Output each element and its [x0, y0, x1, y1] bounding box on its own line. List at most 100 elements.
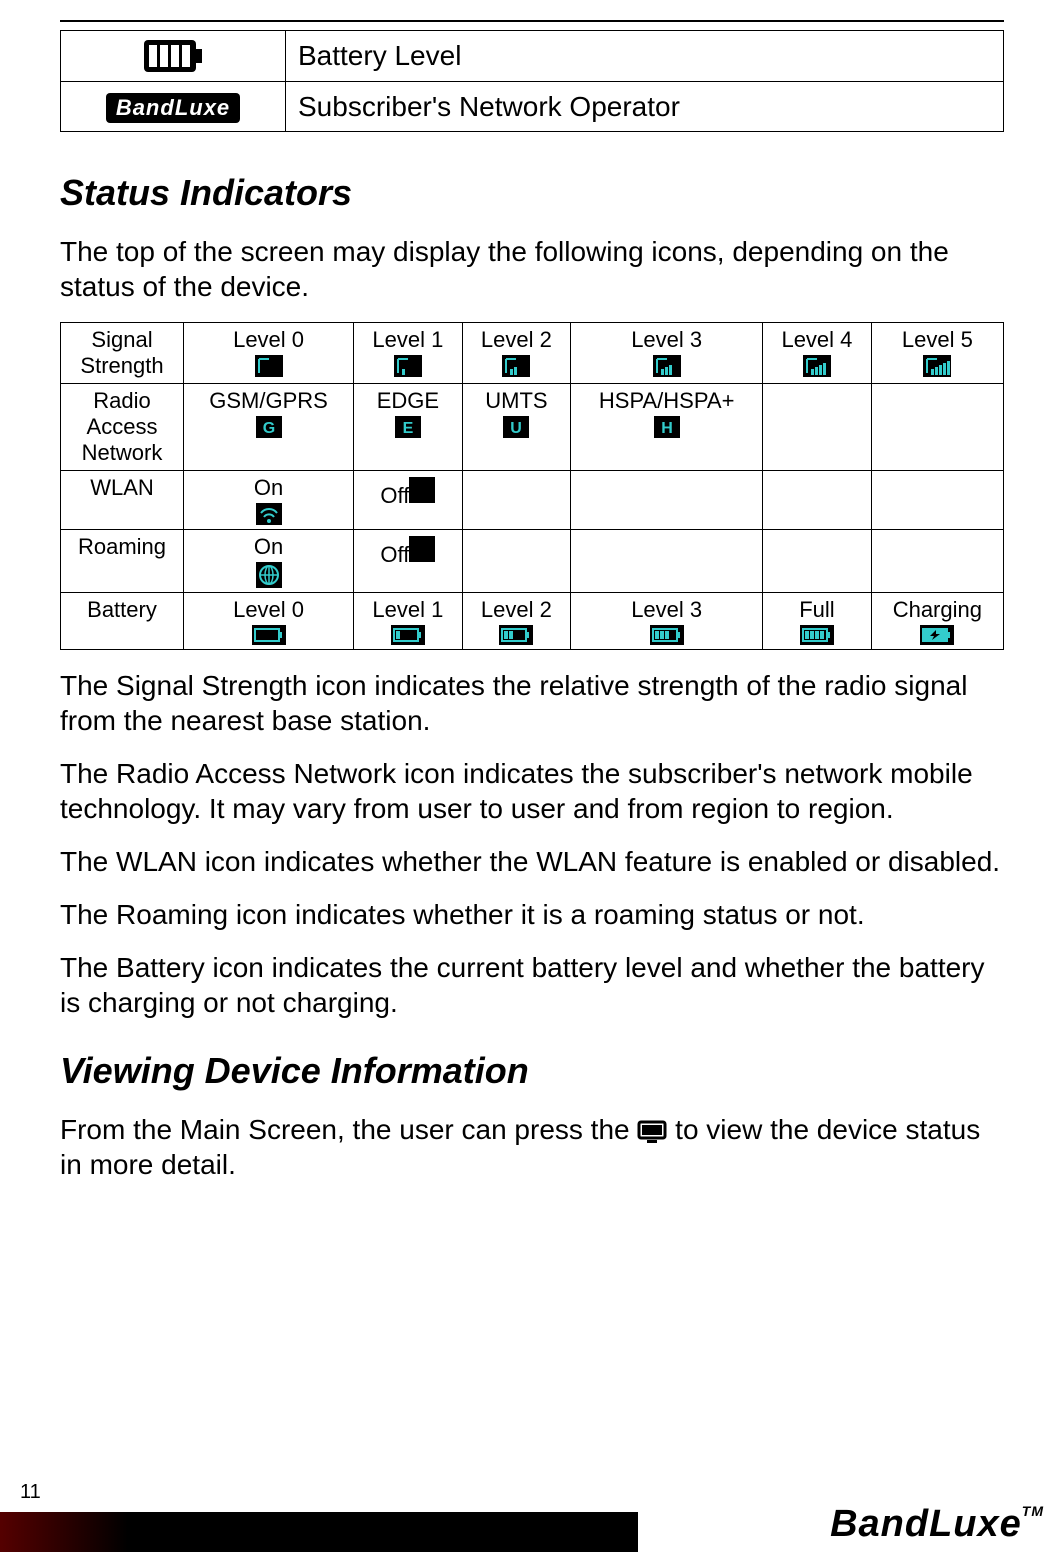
battery-full-icon — [73, 39, 273, 73]
cell-empty — [462, 471, 571, 530]
wlan-on-icon — [256, 503, 282, 525]
cell-roaming-off: Off — [354, 530, 463, 593]
cell-ran-edge: EDGE E — [354, 384, 463, 471]
cell-label: On — [254, 475, 283, 500]
cell-label: Level 3 — [631, 327, 702, 352]
cell-label: Full — [799, 597, 834, 622]
wlan-off-icon — [409, 477, 435, 503]
cell-battery-2: Level 2 — [462, 593, 571, 650]
paragraph-battery: The Battery icon indicates the current b… — [60, 950, 1004, 1020]
cell-battery-charging: Charging — [871, 593, 1003, 650]
table-row: Radio Access Network GSM/GPRSG EDGEE UMT… — [61, 384, 1004, 471]
battery-charging-icon — [920, 625, 954, 645]
cell-wlan-off: Off — [354, 471, 463, 530]
page-footer: 11 BandLuxeTM — [0, 1482, 1064, 1552]
battery-0-icon — [252, 625, 286, 645]
text-before-icon: From the Main Screen, the user can press… — [60, 1114, 637, 1145]
section-viewing-device-info-title: Viewing Device Information — [60, 1050, 1004, 1092]
cell-label: Off — [380, 483, 409, 508]
edge-icon: E — [395, 416, 421, 438]
status-indicators-intro: The top of the screen may display the fo… — [60, 234, 1004, 304]
signal-3-icon — [653, 355, 681, 377]
cell-label: On — [254, 534, 283, 559]
cell-battery-full: Full — [763, 593, 872, 650]
top-icon-table: Battery Level BandLuxe Subscriber's Netw… — [60, 30, 1004, 132]
bandluxe-badge-icon: BandLuxe — [106, 93, 240, 123]
row-header: Signal Strength — [61, 323, 184, 384]
cell-empty — [763, 530, 872, 593]
svg-text:H: H — [661, 420, 673, 437]
cell-ran-hspa: HSPA/HSPA+H — [571, 384, 763, 471]
cell-signal-4: Level 4 — [763, 323, 872, 384]
cell-label: Level 1 — [372, 327, 443, 352]
svg-text:U: U — [511, 420, 523, 437]
hspa-icon: H — [654, 416, 680, 438]
viewing-device-info-text: From the Main Screen, the user can press… — [60, 1112, 1004, 1182]
battery-level-label: Battery Level — [286, 31, 1004, 82]
cell-label: Level 4 — [781, 327, 852, 352]
footer-bar — [0, 1512, 638, 1552]
cell-signal-5: Level 5 — [871, 323, 1003, 384]
paragraph-wlan: The WLAN icon indicates whether the WLAN… — [60, 844, 1004, 879]
battery-level-icon-cell — [61, 31, 286, 82]
page-number: 11 — [20, 1481, 41, 1504]
cell-battery-0: Level 0 — [184, 593, 354, 650]
status-indicators-table: Signal Strength Level 0 Level 1 Level 2 … — [60, 322, 1004, 650]
cell-roaming-on: On — [184, 530, 354, 593]
cell-signal-1: Level 1 — [354, 323, 463, 384]
operator-label: Subscriber's Network Operator — [286, 82, 1004, 132]
battery-3-icon — [650, 625, 684, 645]
cell-ran-gsm: GSM/GPRS G — [184, 384, 354, 471]
paragraph-ran: The Radio Access Network icon indicates … — [60, 756, 1004, 826]
cell-empty — [763, 384, 872, 471]
section-status-indicators-title: Status Indicators — [60, 172, 1004, 214]
cell-wlan-on: On — [184, 471, 354, 530]
svg-text:E: E — [403, 420, 414, 437]
footer-brand-text: BandLuxe — [830, 1503, 1022, 1545]
signal-2-icon — [502, 355, 530, 377]
cell-signal-0: Level 0 — [184, 323, 354, 384]
cell-empty — [871, 530, 1003, 593]
umts-icon: U — [503, 416, 529, 438]
paragraph-signal: The Signal Strength icon indicates the r… — [60, 668, 1004, 738]
device-status-button-icon — [637, 1120, 667, 1144]
cell-empty — [462, 530, 571, 593]
cell-label: Level 3 — [631, 597, 702, 622]
roaming-off-icon — [409, 536, 435, 562]
cell-label: Off — [380, 542, 409, 567]
cell-label: GSM/GPRS — [209, 388, 328, 413]
cell-label: Level 0 — [233, 327, 304, 352]
table-row: Roaming On Off — [61, 530, 1004, 593]
svg-text:G: G — [262, 420, 274, 437]
cell-signal-3: Level 3 — [571, 323, 763, 384]
cell-ran-umts: UMTS U — [462, 384, 571, 471]
signal-0-icon — [255, 355, 283, 377]
table-row: Battery Level 0 Level 1 Level 2 Level 3 … — [61, 593, 1004, 650]
footer-brand: BandLuxeTM — [830, 1503, 1044, 1546]
cell-empty — [871, 384, 1003, 471]
row-header: WLAN — [61, 471, 184, 530]
top-rule — [60, 20, 1004, 22]
cell-signal-2: Level 2 — [462, 323, 571, 384]
cell-empty — [571, 530, 763, 593]
cell-label: Charging — [893, 597, 982, 622]
signal-4-icon — [803, 355, 831, 377]
cell-label: Level 5 — [902, 327, 973, 352]
table-row: Signal Strength Level 0 Level 1 Level 2 … — [61, 323, 1004, 384]
battery-1-icon — [391, 625, 425, 645]
paragraph-roaming: The Roaming icon indicates whether it is… — [60, 897, 1004, 932]
cell-battery-1: Level 1 — [354, 593, 463, 650]
roaming-on-icon — [256, 562, 282, 588]
gsm-icon: G — [256, 416, 282, 438]
battery-2-icon — [499, 625, 533, 645]
row-header: Roaming — [61, 530, 184, 593]
battery-full-icon — [800, 625, 834, 645]
cell-empty — [571, 471, 763, 530]
cell-label: EDGE — [377, 388, 439, 413]
cell-empty — [871, 471, 1003, 530]
operator-badge-cell: BandLuxe — [61, 82, 286, 132]
signal-1-icon — [394, 355, 422, 377]
cell-label: UMTS — [485, 388, 547, 413]
footer-tm: TM — [1022, 1503, 1044, 1519]
signal-5-icon — [923, 355, 951, 377]
